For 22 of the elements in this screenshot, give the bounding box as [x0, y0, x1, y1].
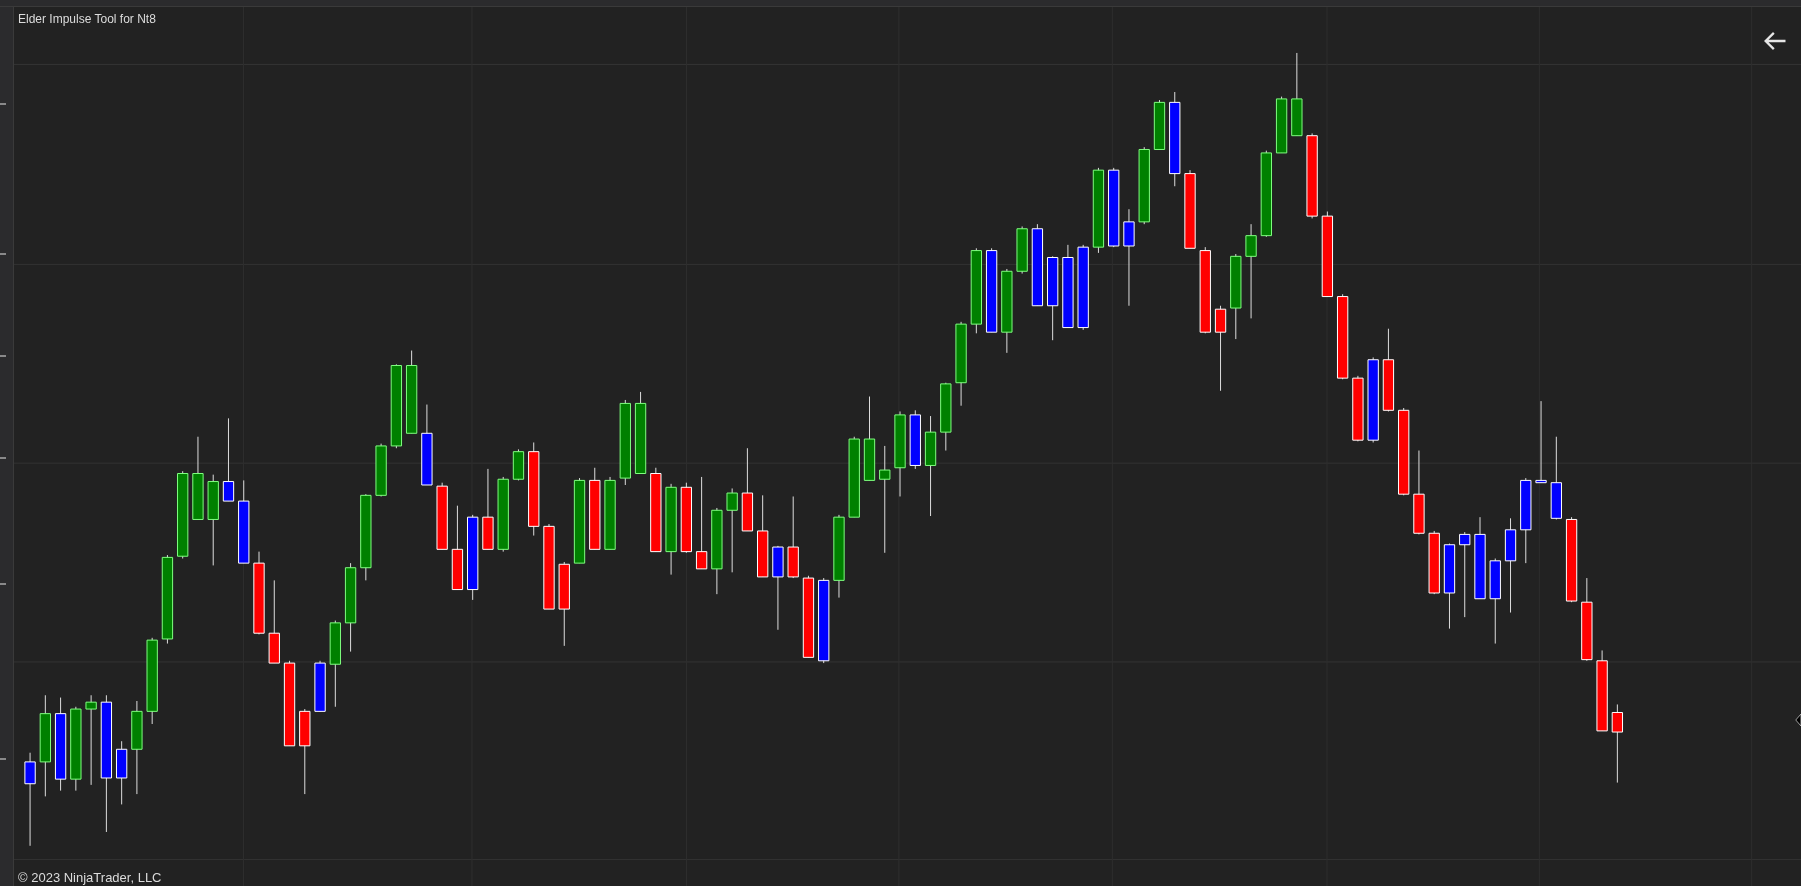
axis-tick: [0, 758, 7, 760]
axis-tick: [0, 355, 7, 357]
axis-tick: [0, 457, 7, 459]
axis-tick: [0, 253, 7, 255]
candlestick: [436, 482, 448, 550]
candlestick: [1428, 530, 1440, 595]
candlestick: [1352, 375, 1364, 442]
candlestick: [680, 482, 692, 554]
diamond-marker-icon: [1795, 713, 1801, 727]
axis-tick: [0, 583, 7, 585]
copyright-text: © 2023 NinjaTrader, LLC: [18, 870, 162, 885]
candlestick: [314, 660, 326, 712]
candlestick: [116, 740, 128, 805]
chart-title: Elder Impulse Tool for Nt8: [18, 12, 156, 26]
candlestick: [1153, 99, 1166, 150]
candlestick: [512, 448, 525, 481]
candlestick: [1016, 225, 1028, 275]
axis-tick: [0, 103, 7, 105]
candlestick: [940, 382, 952, 451]
candlestick: [1275, 96, 1288, 154]
candlestick: [909, 409, 921, 470]
candlestick: [375, 443, 387, 497]
